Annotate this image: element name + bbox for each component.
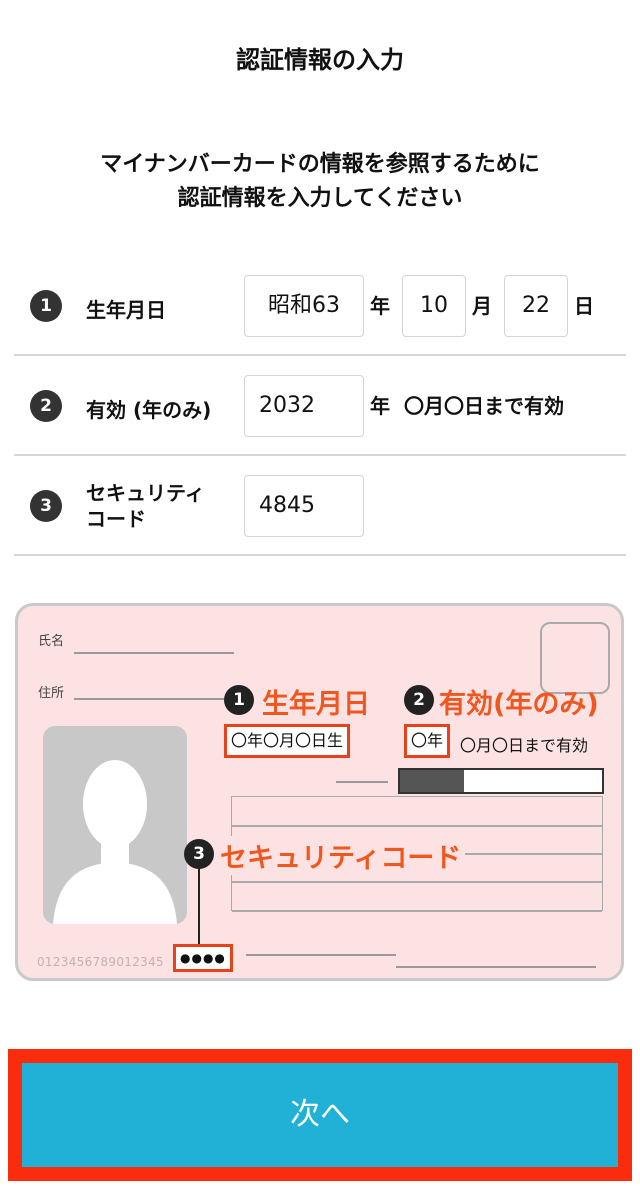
day-unit: 日 bbox=[574, 294, 594, 318]
card-bar-fill bbox=[400, 770, 464, 792]
security-row: 3 セキュリティ コード 4845 bbox=[14, 456, 626, 556]
birthdate-row: 1 生年月日 昭和63 年 10 月 22 日 bbox=[14, 256, 626, 356]
birthdate-highlight: 〇年〇月〇日生 bbox=[224, 724, 351, 758]
expiry-rest-text: 〇月〇日まで有効 bbox=[460, 736, 589, 755]
grid-line bbox=[232, 910, 602, 912]
year-unit: 年 bbox=[370, 294, 390, 318]
day-input[interactable]: 22 bbox=[504, 275, 568, 337]
card-address-line bbox=[74, 698, 224, 700]
person-silhouette-icon bbox=[53, 760, 177, 924]
security-label-line-2: コード bbox=[86, 507, 146, 531]
portrait-silhouette bbox=[43, 726, 187, 924]
instructions-line-1: マイナンバーカードの情報を参照するために bbox=[100, 152, 540, 177]
expiry-suffix: 〇月〇日まで有効 bbox=[404, 394, 564, 418]
card-short-line bbox=[336, 781, 388, 783]
page-title: 認証情報の入力 bbox=[236, 46, 404, 74]
expiry-year-input[interactable]: 2032 bbox=[244, 375, 364, 437]
card-name-line bbox=[74, 652, 234, 654]
grid-line bbox=[232, 825, 602, 827]
expiry-label: 有効 (年のみ) bbox=[86, 398, 212, 422]
callout-connector bbox=[198, 869, 200, 944]
next-button-label: 次へ bbox=[22, 1063, 618, 1167]
grid-line bbox=[232, 881, 602, 883]
month-input[interactable]: 10 bbox=[402, 275, 466, 337]
callout-birthdate: 生年月日 bbox=[262, 689, 370, 720]
security-highlight: ●●●● bbox=[173, 944, 233, 972]
card-bottom-line bbox=[396, 966, 596, 968]
card-illustration: 氏名 住所 1 生年月日 〇年〇月〇日生 2 有効(年のみ) 〇年 〇月〇日まで… bbox=[15, 603, 624, 981]
card-address-label: 住所 bbox=[38, 686, 65, 701]
instructions: マイナンバーカードの情報を参照するために 認証情報を入力してください bbox=[0, 148, 640, 216]
next-button[interactable]: 次へ bbox=[8, 1049, 632, 1181]
card-number: 0123456789012345 bbox=[37, 955, 164, 969]
era-year-input[interactable]: 昭和63 bbox=[244, 275, 364, 337]
callout-expiry: 有効(年のみ) bbox=[439, 689, 599, 720]
callout-number-2: 2 bbox=[404, 685, 434, 715]
card-bar bbox=[398, 768, 604, 794]
expiry-row: 2 有効 (年のみ) 2032 年 〇月〇日まで有効 bbox=[14, 356, 626, 456]
expiry-year-unit: 年 bbox=[370, 394, 390, 418]
security-code-input[interactable]: 4845 bbox=[244, 475, 364, 537]
security-label: セキュリティ コード bbox=[86, 480, 205, 532]
callout-number-1: 1 bbox=[224, 685, 254, 715]
step-number-1: 1 bbox=[30, 290, 62, 322]
callout-number-3: 3 bbox=[184, 839, 214, 869]
birthdate-label: 生年月日 bbox=[86, 298, 166, 322]
instructions-line-2: 認証情報を入力してください bbox=[177, 186, 463, 211]
card-name-label: 氏名 bbox=[38, 634, 65, 649]
callout-security: セキュリティコード bbox=[220, 836, 466, 875]
month-unit: 月 bbox=[472, 294, 492, 318]
security-label-line-1: セキュリティ bbox=[86, 481, 205, 505]
step-number-3: 3 bbox=[30, 490, 62, 522]
expiry-year-highlight: 〇年 bbox=[404, 724, 451, 758]
card-bottom-line bbox=[246, 954, 396, 956]
step-number-2: 2 bbox=[30, 390, 62, 422]
